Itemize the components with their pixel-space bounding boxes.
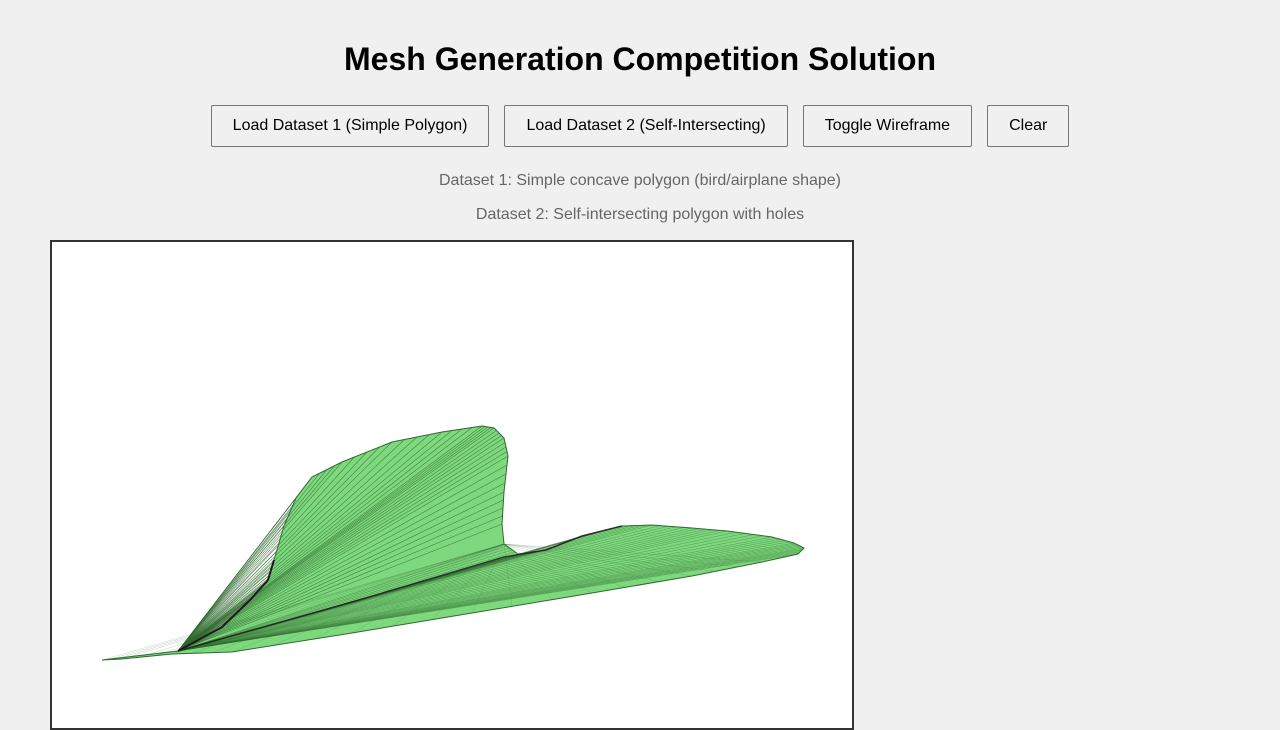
load-dataset-1-button[interactable]: Load Dataset 1 (Simple Polygon) [210, 105, 490, 147]
dataset-1-description: Dataset 1: Simple concave polygon (bird/… [438, 172, 841, 189]
toggle-wireframe-button[interactable]: Toggle Wireframe [802, 105, 973, 147]
page-title: Mesh Generation Competition Solution [344, 41, 936, 77]
load-dataset-2-button[interactable]: Load Dataset 2 (Self-Intersecting) [504, 105, 788, 147]
clear-button[interactable]: Clear [987, 105, 1070, 147]
button-toolbar: Load Dataset 1 (Simple Polygon) Load Dat… [0, 105, 1280, 147]
dataset-2-description: Dataset 2: Self-intersecting polygon wit… [475, 206, 805, 223]
mesh-render [101, 425, 805, 661]
mesh-canvas[interactable] [50, 240, 854, 730]
